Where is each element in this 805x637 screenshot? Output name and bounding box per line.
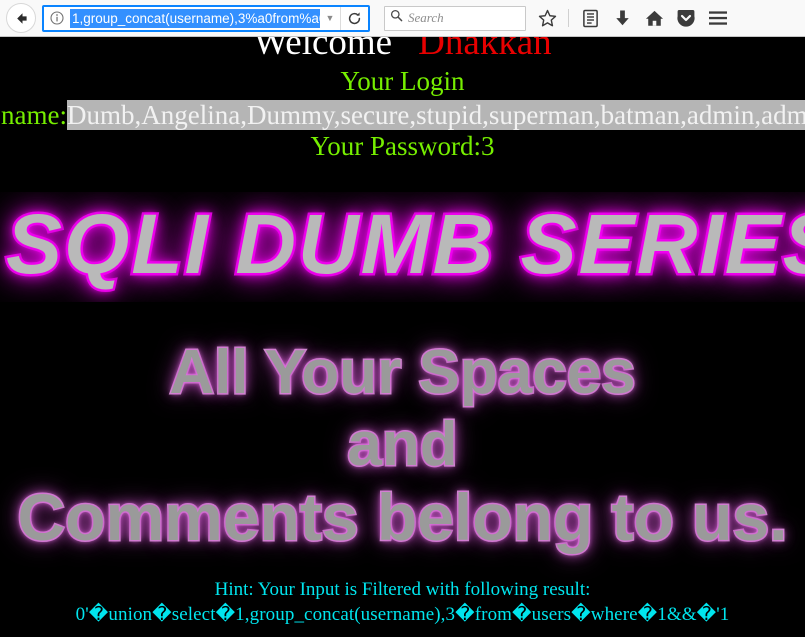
search-input[interactable]: Search: [408, 10, 444, 26]
url-input-value[interactable]: 1,group_concat(username),3%a0from%a0user…: [70, 8, 320, 28]
slogan-block: All Your Spaces and Comments belong to u…: [0, 337, 805, 555]
hamburger-menu-icon[interactable]: [707, 6, 729, 30]
search-bar[interactable]: Search: [384, 5, 526, 31]
library-icon[interactable]: [579, 6, 601, 30]
reload-icon[interactable]: [340, 6, 368, 30]
downloads-icon[interactable]: [611, 6, 633, 30]
sqli-banner: SQLI DUMB SERIES: [0, 192, 805, 302]
toolbar-divider: [568, 9, 569, 27]
bookmark-star-icon[interactable]: [536, 6, 558, 30]
address-bar[interactable]: 1,group_concat(username),3%a0from%a0user…: [42, 4, 370, 32]
slogan-line-3: Comments belong to us.: [16, 480, 789, 555]
info-circle-icon[interactable]: [44, 11, 70, 25]
sqli-banner-text: SQLI DUMB SERIES: [4, 195, 805, 294]
slogan-line-2: and: [346, 409, 459, 481]
back-button[interactable]: [6, 3, 36, 33]
slogan-line-1: All Your Spaces: [168, 337, 637, 409]
search-icon: [390, 9, 403, 27]
welcome-greeting: Welcome: [253, 37, 393, 63]
hint-title: Hint: Your Input is Filtered with follow…: [214, 579, 591, 600]
password-label: Your Password:3: [310, 131, 495, 161]
login-name-key: name:: [1, 100, 67, 130]
hint-block: Hint: Your Input is Filtered with follow…: [0, 577, 805, 627]
login-name-row: name: Dumb,Angelina,Dummy,secure,stupid,s…: [0, 100, 805, 130]
page-content: Welcome Dhakkan Your Login name: Dumb,Ange…: [0, 37, 805, 637]
welcome-username: Dhakkan: [418, 37, 552, 63]
welcome-heading: Welcome Dhakkan: [0, 37, 805, 65]
hint-query: 0'�union�select�1,group_concat(username)…: [75, 604, 730, 625]
home-icon[interactable]: [643, 6, 665, 30]
login-name-value[interactable]: Dumb,Angelina,Dummy,secure,stupid,superm…: [66, 100, 805, 130]
login-label: Your Login: [340, 66, 465, 96]
chevron-down-icon[interactable]: ▼: [320, 13, 340, 23]
browser-toolbar: 1,group_concat(username),3%a0from%a0user…: [0, 0, 805, 37]
toolbar-icon-group: [536, 6, 729, 30]
pocket-shield-icon[interactable]: [675, 6, 697, 30]
